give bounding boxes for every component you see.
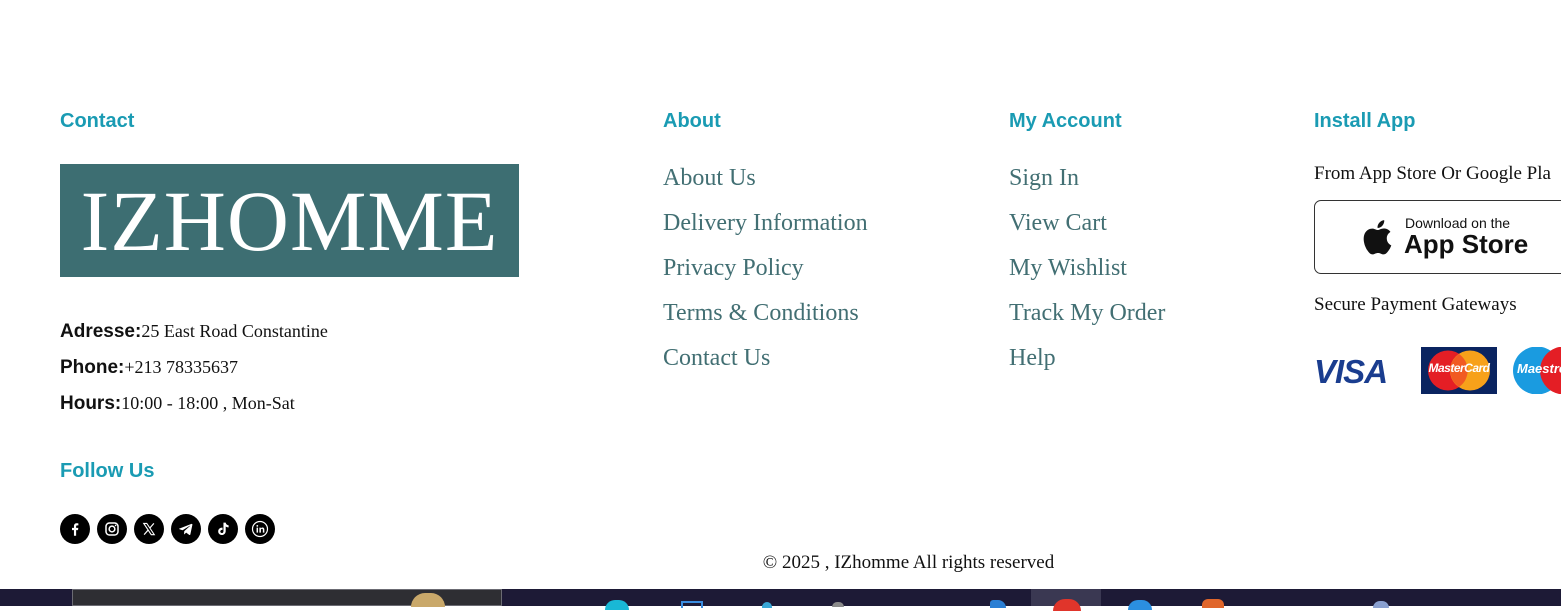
my-account-title: My Account	[1009, 110, 1122, 132]
link-view-cart[interactable]: View Cart	[1009, 208, 1165, 253]
maestro-logo: Maestro	[1512, 347, 1561, 394]
taskbar-app-icon[interactable]	[762, 602, 772, 608]
os-taskbar	[0, 589, 1561, 611]
link-privacy-policy[interactable]: Privacy Policy	[663, 253, 868, 298]
link-contact-us[interactable]: Contact Us	[663, 343, 868, 388]
follow-us-title: Follow Us	[60, 460, 155, 482]
mastercard-logo: MasterCard	[1421, 347, 1497, 394]
taskbar-app-icon[interactable]	[990, 600, 1006, 608]
phone-label: Phone:	[60, 357, 125, 378]
tiktok-icon[interactable]	[208, 514, 238, 544]
app-store-button[interactable]: Download on the App Store	[1314, 200, 1561, 274]
taskbar-app-icon[interactable]	[681, 601, 703, 608]
linkedin-icon[interactable]	[245, 514, 275, 544]
address-label: Adresse:	[60, 321, 142, 342]
contact-title: Contact	[60, 110, 135, 132]
taskbar-app-icon[interactable]	[832, 602, 844, 607]
hours-label: Hours:	[60, 393, 122, 414]
link-help[interactable]: Help	[1009, 343, 1165, 388]
link-track-my-order[interactable]: Track My Order	[1009, 298, 1165, 343]
payment-title: Secure Payment Gateways	[1314, 294, 1517, 315]
address-value: 25 East Road Constantine	[141, 321, 328, 341]
mastercard-text: MasterCard	[1428, 361, 1490, 375]
izhomme-logo[interactable]: IZHOMME	[60, 164, 519, 277]
install-app-title: Install App	[1314, 110, 1416, 132]
taskbar-active-app[interactable]	[1031, 589, 1101, 611]
link-terms-conditions[interactable]: Terms & Conditions	[663, 298, 868, 343]
taskbar-app-icon[interactable]	[1202, 599, 1224, 608]
link-my-wishlist[interactable]: My Wishlist	[1009, 253, 1165, 298]
maestro-text: Maestro	[1517, 361, 1561, 376]
phone-line: Phone:+213 78335637	[60, 357, 238, 379]
about-title: About	[663, 110, 721, 132]
instagram-icon[interactable]	[97, 514, 127, 544]
hours-line: Hours:10:00 - 18:00 , Mon-Sat	[60, 393, 295, 415]
taskbar-app-icon[interactable]	[1373, 601, 1389, 608]
telegram-icon[interactable]	[171, 514, 201, 544]
phone-value: +213 78335637	[124, 357, 239, 377]
store-big-text: App Store	[1404, 229, 1529, 259]
link-about-us[interactable]: About Us	[663, 163, 868, 208]
address-line: Adresse:25 East Road Constantine	[60, 321, 328, 343]
social-links	[60, 514, 275, 544]
taskbar-preview-thumbnail[interactable]	[72, 589, 502, 607]
about-links: About Us Delivery Information Privacy Po…	[663, 163, 868, 388]
link-delivery-information[interactable]: Delivery Information	[663, 208, 868, 253]
install-subtitle: From App Store Or Google Pla	[1314, 163, 1551, 184]
link-sign-in[interactable]: Sign In	[1009, 163, 1165, 208]
hours-value: 10:00 - 18:00 , Mon-Sat	[121, 393, 295, 413]
visa-logo: VISA	[1314, 353, 1388, 390]
x-icon[interactable]	[134, 514, 164, 544]
account-links: Sign In View Cart My Wishlist Track My O…	[1009, 163, 1165, 388]
taskbar-app-icon[interactable]	[605, 600, 629, 610]
taskbar-app-icon[interactable]	[1128, 600, 1152, 610]
apple-icon	[1363, 220, 1392, 255]
facebook-icon[interactable]	[60, 514, 90, 544]
copyright-text: © 2025 , IZhomme All rights reserved	[762, 552, 1055, 573]
